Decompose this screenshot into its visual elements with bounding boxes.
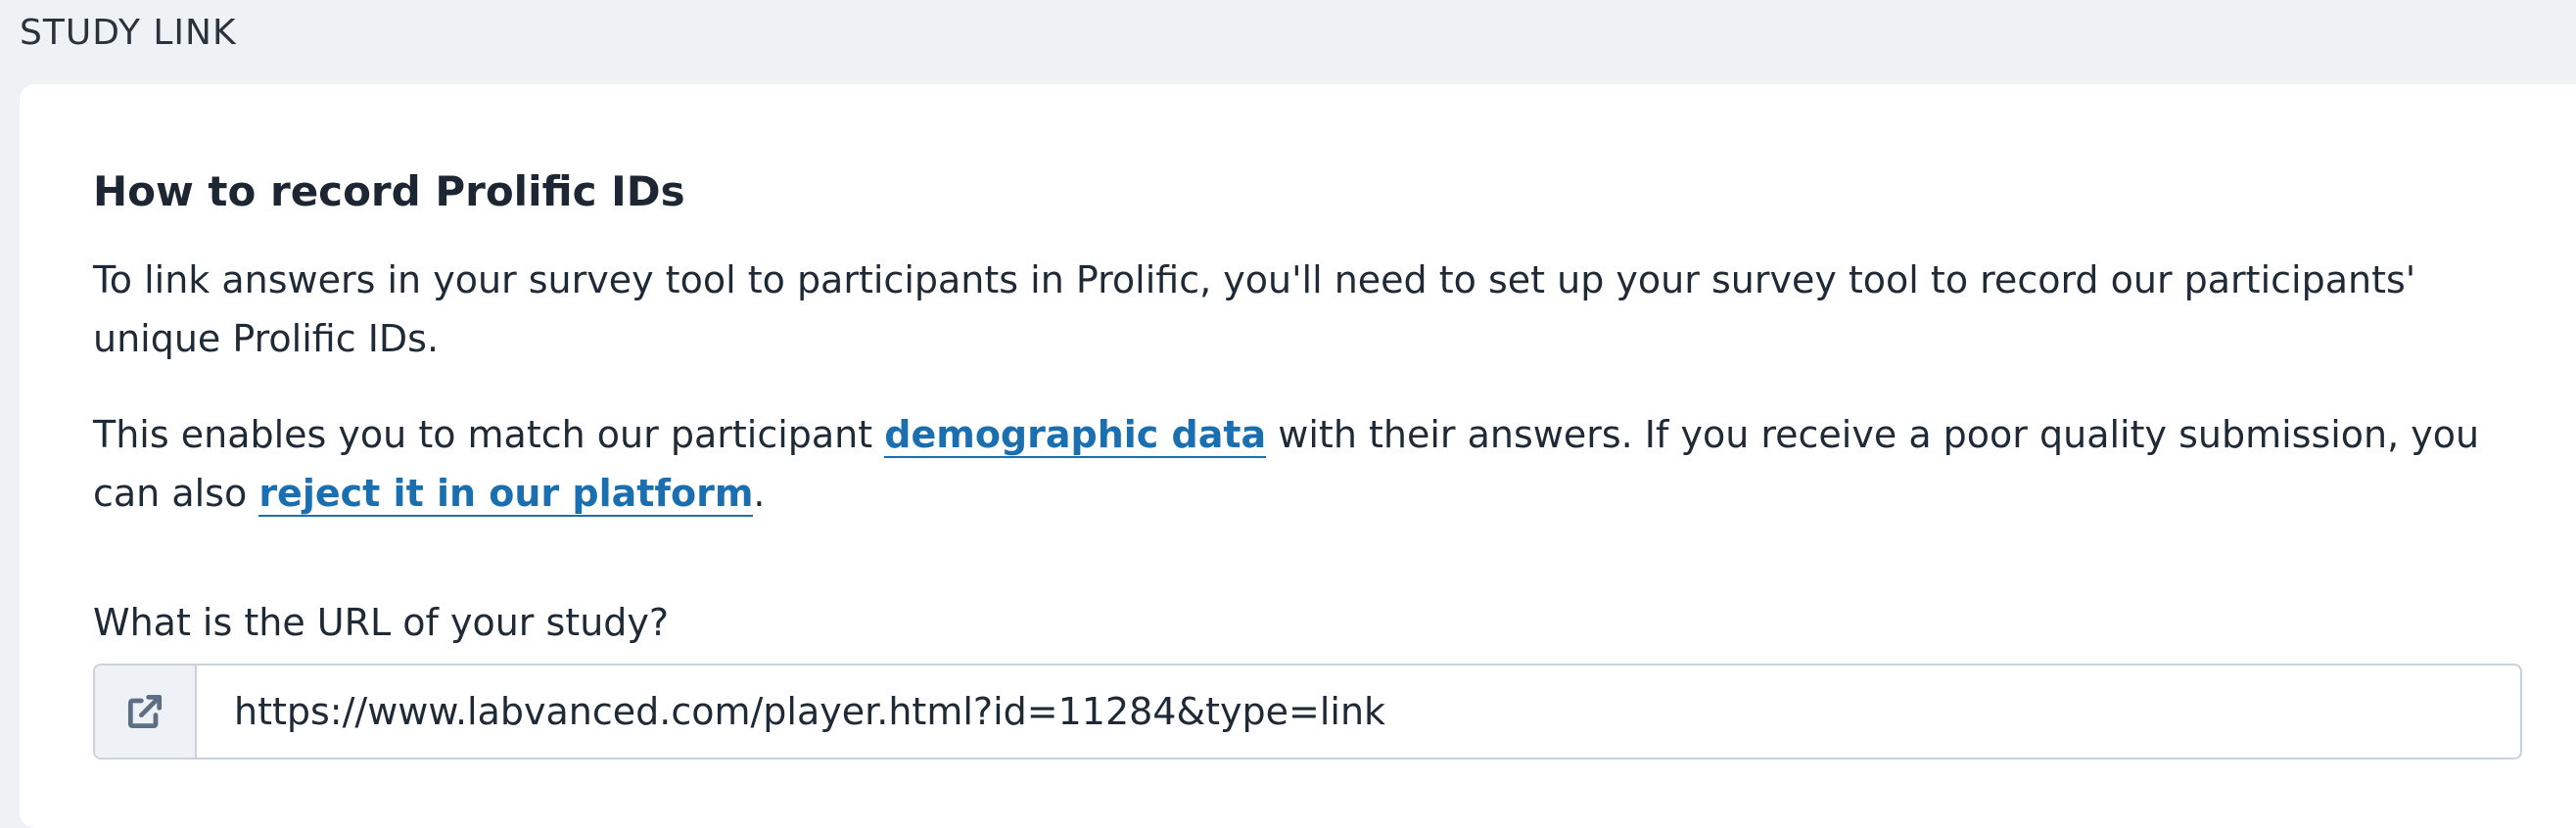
reject-submission-link[interactable]: reject it in our platform (258, 472, 754, 517)
external-link-icon (127, 694, 163, 729)
section-label: STUDY LINK (20, 13, 237, 53)
study-link-card: How to record Prolific IDs To link answe… (20, 84, 2576, 828)
card-heading: How to record Prolific IDs (93, 167, 685, 215)
study-url-input[interactable] (197, 666, 2520, 758)
intro-paragraph: To link answers in your survey tool to p… (93, 258, 2416, 360)
paragraph-text-after: . (753, 472, 766, 515)
demographic-data-link[interactable]: demographic data (884, 413, 1267, 458)
paragraph-text-before: This enables you to match our participan… (93, 413, 885, 456)
study-url-label: What is the URL of your study? (93, 601, 670, 644)
study-url-field (93, 664, 2522, 759)
demographic-paragraph: This enables you to match our participan… (93, 405, 2541, 523)
url-prefix-addon[interactable] (95, 666, 197, 758)
